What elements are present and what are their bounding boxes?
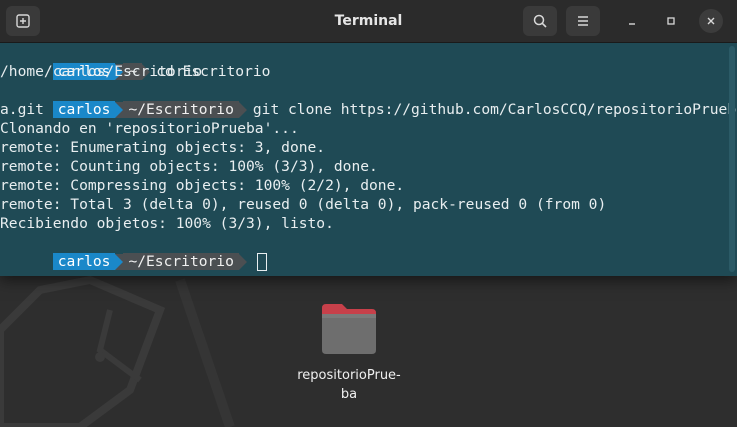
- close-icon: [707, 17, 715, 25]
- prompt-line: carlos ~ cd Escritorio: [0, 43, 726, 80]
- folder-label-line: ba: [340, 387, 358, 402]
- prompt-user: carlos: [52, 253, 116, 270]
- maximize-icon: [667, 17, 675, 25]
- folder-icon[interactable]: [320, 302, 378, 356]
- terminal-window: Terminal carlos ~ cd Escritorio /home/ca…: [0, 0, 737, 276]
- text-cursor: [256, 253, 267, 271]
- output-line: Recibiendo objetos: 100% (3/3), listo.: [0, 215, 334, 232]
- search-button[interactable]: [523, 6, 557, 36]
- minimize-icon: [629, 23, 635, 25]
- prompt: carlos ~/Escritorio: [52, 252, 247, 271]
- search-icon: [533, 14, 547, 28]
- folder-label[interactable]: repositorioPrue- ba: [280, 366, 418, 404]
- output-line: remote: Total 3 (delta 0), reused 0 (del…: [0, 196, 607, 213]
- command-wrap-line: a.git: [0, 101, 44, 118]
- folder-label-line: repositorioPrue-: [297, 368, 401, 383]
- scrollbar[interactable]: [729, 46, 735, 272]
- output-line: remote: Compressing objects: 100% (2/2),…: [0, 177, 405, 194]
- close-button[interactable]: [699, 9, 723, 33]
- prompt-separator-icon: [115, 253, 124, 270]
- hamburger-menu-icon: [578, 16, 588, 26]
- maximize-button[interactable]: [659, 9, 683, 33]
- prompt-end-icon: [238, 253, 247, 270]
- prompt-line: carlos ~/Escritorio git clone https://git…: [0, 81, 736, 118]
- terminal-output[interactable]: carlos ~ cd Escritorio /home/carlos/Escri…: [0, 43, 736, 276]
- prompt-line: carlos ~/Escritorio: [0, 233, 726, 271]
- output-line: /home/carlos/Escritorio: [0, 63, 203, 80]
- output-line: remote: Enumerating objects: 3, done.: [0, 139, 326, 156]
- folder-icon-graphic: [322, 304, 376, 354]
- title-bar: Terminal: [0, 0, 737, 43]
- menu-button[interactable]: [566, 6, 600, 36]
- minimize-button[interactable]: [620, 9, 644, 33]
- output-line: remote: Counting objects: 100% (3/3), do…: [0, 158, 378, 175]
- prompt-dir: ~/Escritorio: [123, 253, 239, 270]
- output-line: Clonando en 'repositorioPrueba'...: [0, 120, 299, 137]
